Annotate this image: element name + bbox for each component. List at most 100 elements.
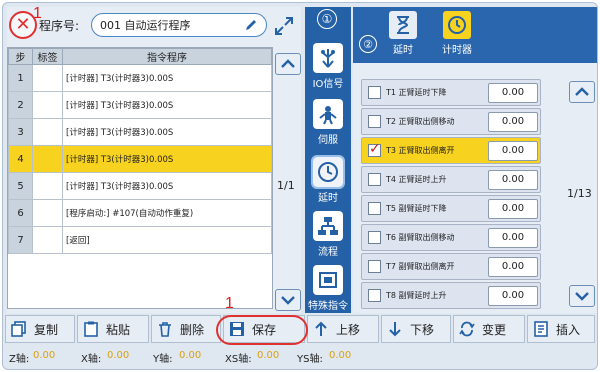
copy-icon bbox=[10, 320, 28, 338]
tab-timer[interactable]: 计时器 bbox=[439, 11, 475, 56]
row-cmd: [程序启动:] #107(自动动作重复) bbox=[62, 199, 272, 227]
timer-value[interactable]: 0.00 bbox=[488, 141, 538, 161]
category-label: 伺服 bbox=[318, 135, 338, 146]
scroll-down-button[interactable] bbox=[275, 289, 301, 311]
move-down-button[interactable]: 下移 bbox=[381, 315, 451, 343]
category-label: 流程 bbox=[318, 247, 338, 258]
table-row[interactable]: 3 [计时器] T3(计时器3)0.00S bbox=[8, 118, 272, 146]
timer-value[interactable]: 0.00 bbox=[488, 257, 538, 277]
annotation-circle bbox=[216, 315, 308, 345]
row-cmd: [计时器] T3(计时器3)0.00S bbox=[62, 145, 272, 173]
copy-button[interactable]: 复制 bbox=[5, 315, 75, 343]
chevron-down-icon bbox=[575, 292, 589, 301]
timer-checkbox[interactable] bbox=[368, 115, 381, 128]
timer-name: T3 正臂取出侧离开 bbox=[386, 146, 455, 155]
close-icon: ✕ bbox=[15, 14, 31, 35]
timer-value[interactable]: 0.00 bbox=[488, 170, 538, 190]
timer-scroll-down-button[interactable] bbox=[569, 285, 595, 307]
axis-status-bar: Z轴: 0.00 X轴: 0.00 Y轴: 0.00 XS轴: 0.00 YS轴… bbox=[9, 347, 597, 367]
table-row[interactable]: 5 [计时器] T3(计时器3)0.00S bbox=[8, 172, 272, 200]
tab-delay[interactable]: 延时 bbox=[385, 11, 421, 56]
servo-icon bbox=[313, 99, 343, 129]
z-axis-label: Z轴: bbox=[9, 354, 30, 365]
timer-scroll-up-button[interactable] bbox=[569, 81, 595, 103]
table-header: 步 标签 指令程序 bbox=[8, 48, 272, 65]
scroll-up-button[interactable] bbox=[275, 53, 301, 75]
button-label: 粘贴 bbox=[106, 322, 131, 337]
insert-button[interactable]: 插入 bbox=[527, 315, 595, 343]
timer-row[interactable]: T6 副臂取出侧移动 0.00 bbox=[361, 224, 541, 251]
timer-name: T6 副臂取出侧移动 bbox=[386, 233, 455, 242]
ys-axis-value: 0.00 bbox=[329, 350, 352, 361]
category-special-command[interactable]: 特殊指令 bbox=[305, 265, 351, 312]
col-command: 指令程序 bbox=[62, 48, 272, 65]
row-tag bbox=[32, 91, 63, 119]
timer-row-selected[interactable]: T3 正臂取出侧离开 0.00 bbox=[361, 137, 541, 164]
col-step: 步 bbox=[8, 48, 33, 65]
timer-checkbox[interactable] bbox=[368, 260, 381, 273]
row-cmd: [计时器] T3(计时器3)0.00S bbox=[62, 118, 272, 146]
move-up-button[interactable]: 上移 bbox=[307, 315, 379, 343]
row-cmd: [计时器] T3(计时器3)0.00S bbox=[62, 91, 272, 119]
timer-name: T1 正臂延时下降 bbox=[386, 88, 447, 97]
annotation-mark: 1 bbox=[225, 295, 234, 312]
program-field[interactable]: 001 自动运行程序 bbox=[91, 13, 267, 37]
row-num: 4 bbox=[8, 145, 33, 173]
timer-row[interactable]: T1 正臂延时下降 0.00 bbox=[361, 79, 541, 106]
category-label: 延时 bbox=[318, 193, 338, 204]
category-delay[interactable]: 延时 bbox=[305, 155, 351, 204]
change-button[interactable]: 变更 bbox=[453, 315, 525, 343]
timer-checkbox-checked[interactable] bbox=[368, 141, 381, 157]
category-flow[interactable]: 流程 bbox=[305, 211, 351, 258]
row-num: 6 bbox=[8, 199, 33, 227]
row-tag bbox=[32, 118, 63, 146]
col-tag: 标签 bbox=[32, 48, 63, 65]
timer-tabs-header: ② 延时 计时器 bbox=[353, 7, 597, 63]
paste-button[interactable]: 粘贴 bbox=[77, 315, 149, 343]
row-tag bbox=[32, 172, 63, 200]
ys-axis-label: YS轴: bbox=[297, 354, 323, 365]
table-row[interactable]: 6 [程序启动:] #107(自动动作重复) bbox=[8, 199, 272, 227]
timer-row[interactable]: T2 正臂取出侧移动 0.00 bbox=[361, 108, 541, 135]
timer-checkbox[interactable] bbox=[368, 202, 381, 215]
timer-page-indicator: 1/13 bbox=[567, 187, 592, 200]
expand-icon[interactable] bbox=[273, 15, 295, 37]
main-frame: ✕ 1 程序号: 001 自动运行程序 步 标签 指令程序 1 [计时器] T3… bbox=[2, 2, 598, 370]
chevron-up-icon bbox=[281, 59, 295, 68]
row-tag bbox=[32, 199, 63, 227]
io-signal-icon bbox=[313, 43, 343, 73]
delete-button[interactable]: 删除 bbox=[151, 315, 221, 343]
timer-checkbox[interactable] bbox=[368, 86, 381, 99]
table-row[interactable]: 1 [计时器] T3(计时器3)0.00S bbox=[8, 64, 272, 92]
timer-value[interactable]: 0.00 bbox=[488, 83, 538, 103]
timer-name: T4 正臂延时上升 bbox=[386, 175, 447, 184]
timer-value[interactable]: 0.00 bbox=[488, 199, 538, 219]
timer-name: T5 副臂延时下降 bbox=[386, 204, 447, 213]
category-label: 特殊指令 bbox=[308, 301, 348, 312]
program-table: 步 标签 指令程序 1 [计时器] T3(计时器3)0.00S 2 [计时器] T3… bbox=[7, 47, 273, 309]
timer-checkbox[interactable] bbox=[368, 173, 381, 186]
timer-row[interactable]: T8 副臂延时上升 0.00 bbox=[361, 282, 541, 309]
insert-icon bbox=[532, 320, 550, 338]
timer-row[interactable]: T5 副臂延时下降 0.00 bbox=[361, 195, 541, 222]
timer-name: T2 正臂取出侧移动 bbox=[386, 117, 455, 126]
timer-checkbox[interactable] bbox=[368, 289, 381, 302]
table-row-selected[interactable]: 4 [计时器] T3(计时器3)0.00S bbox=[8, 145, 272, 173]
program-panel: ✕ 1 程序号: 001 自动运行程序 步 标签 指令程序 1 [计时器] T3… bbox=[7, 5, 301, 313]
pencil-icon bbox=[246, 20, 256, 30]
timer-value[interactable]: 0.00 bbox=[488, 228, 538, 248]
button-label: 复制 bbox=[34, 322, 59, 337]
timer-value[interactable]: 0.00 bbox=[488, 112, 538, 132]
timer-value[interactable]: 0.00 bbox=[488, 286, 538, 306]
timer-row[interactable]: T4 正臂延时上升 0.00 bbox=[361, 166, 541, 193]
xs-axis-value: 0.00 bbox=[257, 350, 280, 361]
table-row[interactable]: 7 [返回] bbox=[8, 226, 272, 254]
category-io-signal[interactable]: IO信号 bbox=[305, 43, 351, 90]
row-tag bbox=[32, 64, 63, 92]
timer-checkbox[interactable] bbox=[368, 231, 381, 244]
paste-icon bbox=[82, 320, 100, 338]
category-servo[interactable]: 伺服 bbox=[305, 99, 351, 146]
category-bar: ① IO信号 伺服 延时 流程 特殊指令 bbox=[305, 7, 351, 313]
timer-row[interactable]: T7 副臂取出侧离开 0.00 bbox=[361, 253, 541, 280]
table-row[interactable]: 2 [计时器] T3(计时器3)0.00S bbox=[8, 91, 272, 119]
